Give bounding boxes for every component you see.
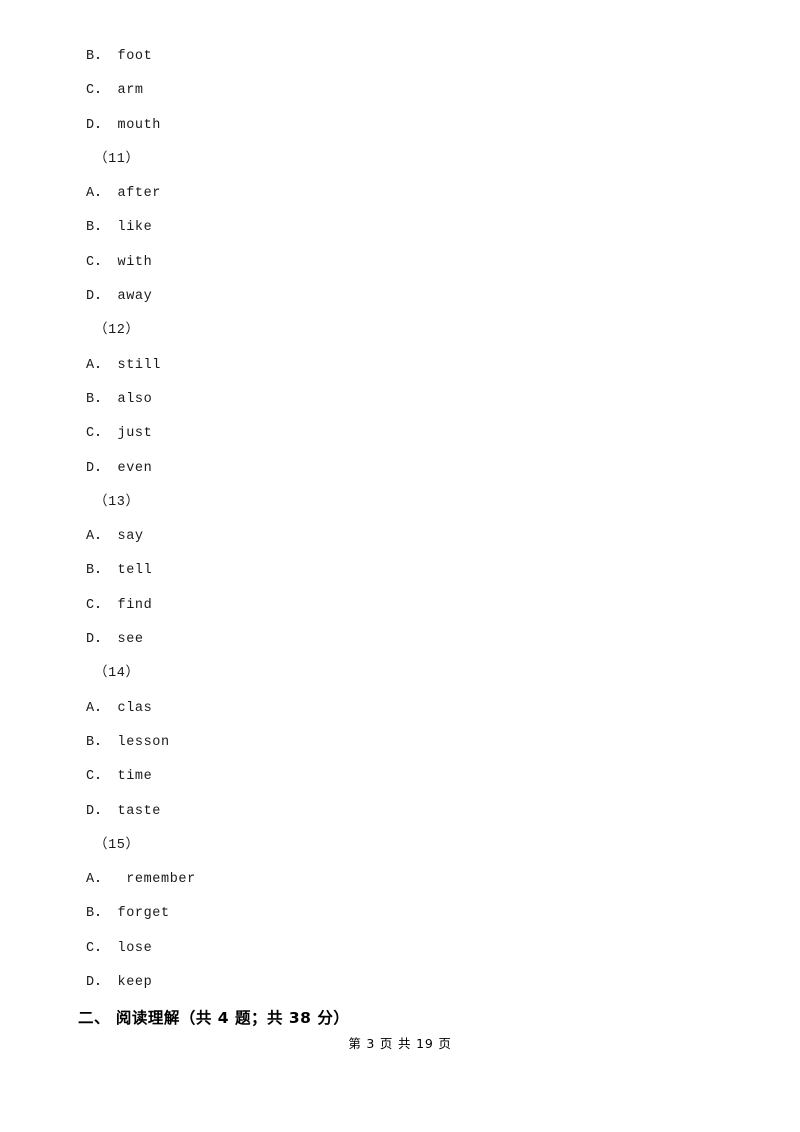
document-page: B． foot C． arm D． mouth （11） A． after B．… [0,0,800,1132]
option-line: B． forget [86,906,170,922]
option-line: C． just [86,426,153,442]
option-line: C． time [86,769,153,785]
question-number: （11） [94,151,140,167]
option-line: C． lose [86,940,153,956]
option-line: D． keep [86,975,153,991]
option-line: B． foot [86,49,153,64]
option-line: B． also [86,391,153,407]
option-line: C． find [86,597,153,613]
option-line: A． after [86,186,162,202]
question-number: （15） [94,837,140,853]
option-line: B． tell [86,563,153,579]
option-line: D． even [86,460,153,476]
option-line: A． still [86,357,162,373]
option-line: A． say [86,529,144,545]
option-line: B． lesson [86,734,170,750]
option-line: A． remember [86,872,196,888]
option-line: D． away [86,289,153,305]
question-number: （12） [94,323,140,339]
option-line: D． see [86,632,144,648]
option-line: D． mouth [86,117,162,133]
question-options-list: B． foot C． arm D． mouth （11） A． after B．… [86,40,726,1000]
option-line: C． with [86,254,153,270]
option-line: C． arm [86,83,144,99]
option-line: A． clas [86,700,153,716]
page-footer: 第 3 页 共 19 页 [348,1036,452,1051]
option-line: D． taste [86,803,162,819]
section-heading: 二、 阅读理解（共 4 题；共 38 分） [78,1009,350,1027]
question-number: （14） [94,666,140,682]
option-line: B． like [86,220,153,236]
question-number: （13） [94,494,140,510]
